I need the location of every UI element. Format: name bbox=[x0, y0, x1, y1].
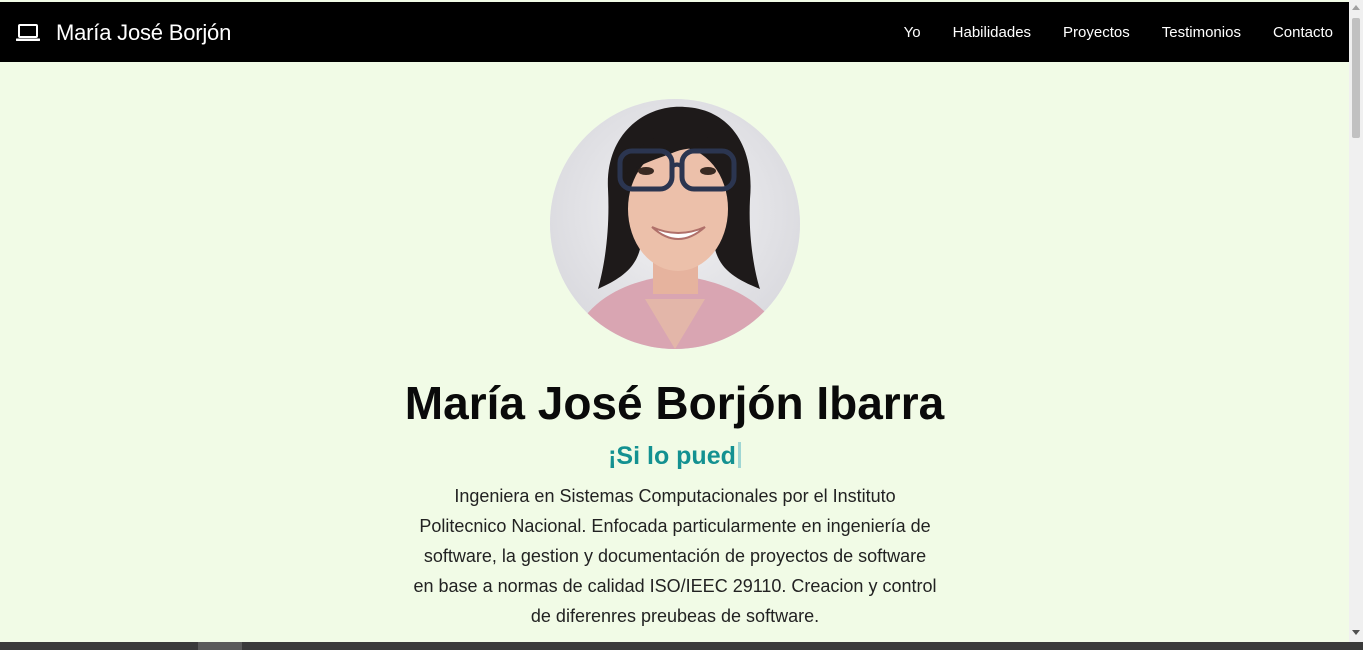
bio-text: Ingeniera en Sistemas Computacionales po… bbox=[408, 481, 942, 631]
typed-tagline: ¡Si lo pued bbox=[0, 437, 1349, 475]
nav-link-testimonios[interactable]: Testimonios bbox=[1162, 24, 1241, 41]
bio-line: de diferenres preubeas de software. bbox=[530, 606, 820, 626]
bio-line: Ingeniera en Sistemas Computacionales po… bbox=[454, 486, 896, 506]
scroll-up-arrow-icon[interactable] bbox=[1352, 5, 1360, 10]
bio-line: Politecnico Nacional. Enfocada particula… bbox=[419, 516, 931, 536]
taskbar bbox=[0, 642, 1363, 650]
brand-name: María José Borjón bbox=[56, 20, 232, 45]
navbar: María José Borjón Yo Habilidades Proyect… bbox=[0, 2, 1349, 62]
brand[interactable]: María José Borjón bbox=[16, 18, 231, 48]
typed-text: ¡Si lo pued bbox=[608, 442, 736, 470]
nav-links: Yo Habilidades Proyectos Testimonios Con… bbox=[904, 2, 1333, 62]
laptop-icon bbox=[16, 23, 40, 43]
typing-cursor bbox=[737, 442, 741, 468]
profile-photo bbox=[550, 99, 800, 349]
nav-link-habilidades[interactable]: Habilidades bbox=[953, 24, 1031, 41]
full-name-heading: María José Borjón Ibarra bbox=[404, 377, 945, 429]
vertical-scrollbar[interactable] bbox=[1349, 0, 1363, 650]
bio-line: en base a normas de calidad ISO/IEEC 291… bbox=[413, 576, 937, 596]
page-viewport: María José Borjón Yo Habilidades Proyect… bbox=[0, 0, 1349, 650]
taskbar-item[interactable] bbox=[198, 642, 242, 650]
nav-link-yo[interactable]: Yo bbox=[904, 24, 921, 41]
nav-link-contacto[interactable]: Contacto bbox=[1273, 24, 1333, 41]
scrollbar-thumb[interactable] bbox=[1352, 18, 1360, 138]
nav-link-proyectos[interactable]: Proyectos bbox=[1063, 24, 1130, 41]
bio-line: software, la gestion y documentación de … bbox=[423, 546, 927, 566]
scroll-down-arrow-icon[interactable] bbox=[1352, 630, 1360, 635]
